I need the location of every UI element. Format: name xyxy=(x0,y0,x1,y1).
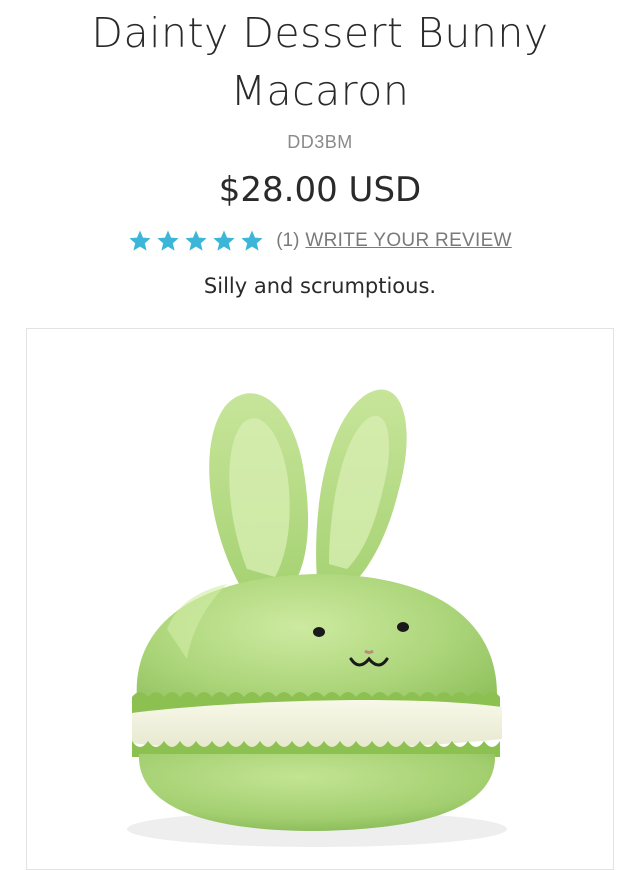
star-icon xyxy=(212,229,236,253)
product-title: Dainty Dessert Bunny Macaron xyxy=(91,9,549,115)
write-review-link[interactable]: WRITE YOUR REVIEW xyxy=(305,230,511,252)
product-tagline: Silly and scrumptious. xyxy=(203,274,437,298)
bunny-ears xyxy=(209,389,407,591)
green-bunny-macaron-plush-image xyxy=(127,389,507,847)
rating-row: (1) WRITE YOUR REVIEW xyxy=(0,229,640,253)
star-icon xyxy=(128,229,152,253)
review-count[interactable]: (1) xyxy=(276,230,299,252)
star-icon xyxy=(240,229,264,253)
product-price: $28.00 USD xyxy=(218,170,422,210)
star-icon xyxy=(156,229,180,253)
star-icon xyxy=(184,229,208,253)
star-rating xyxy=(128,229,268,253)
product-sku: DD3BM xyxy=(287,132,353,152)
product-image[interactable] xyxy=(26,328,614,870)
